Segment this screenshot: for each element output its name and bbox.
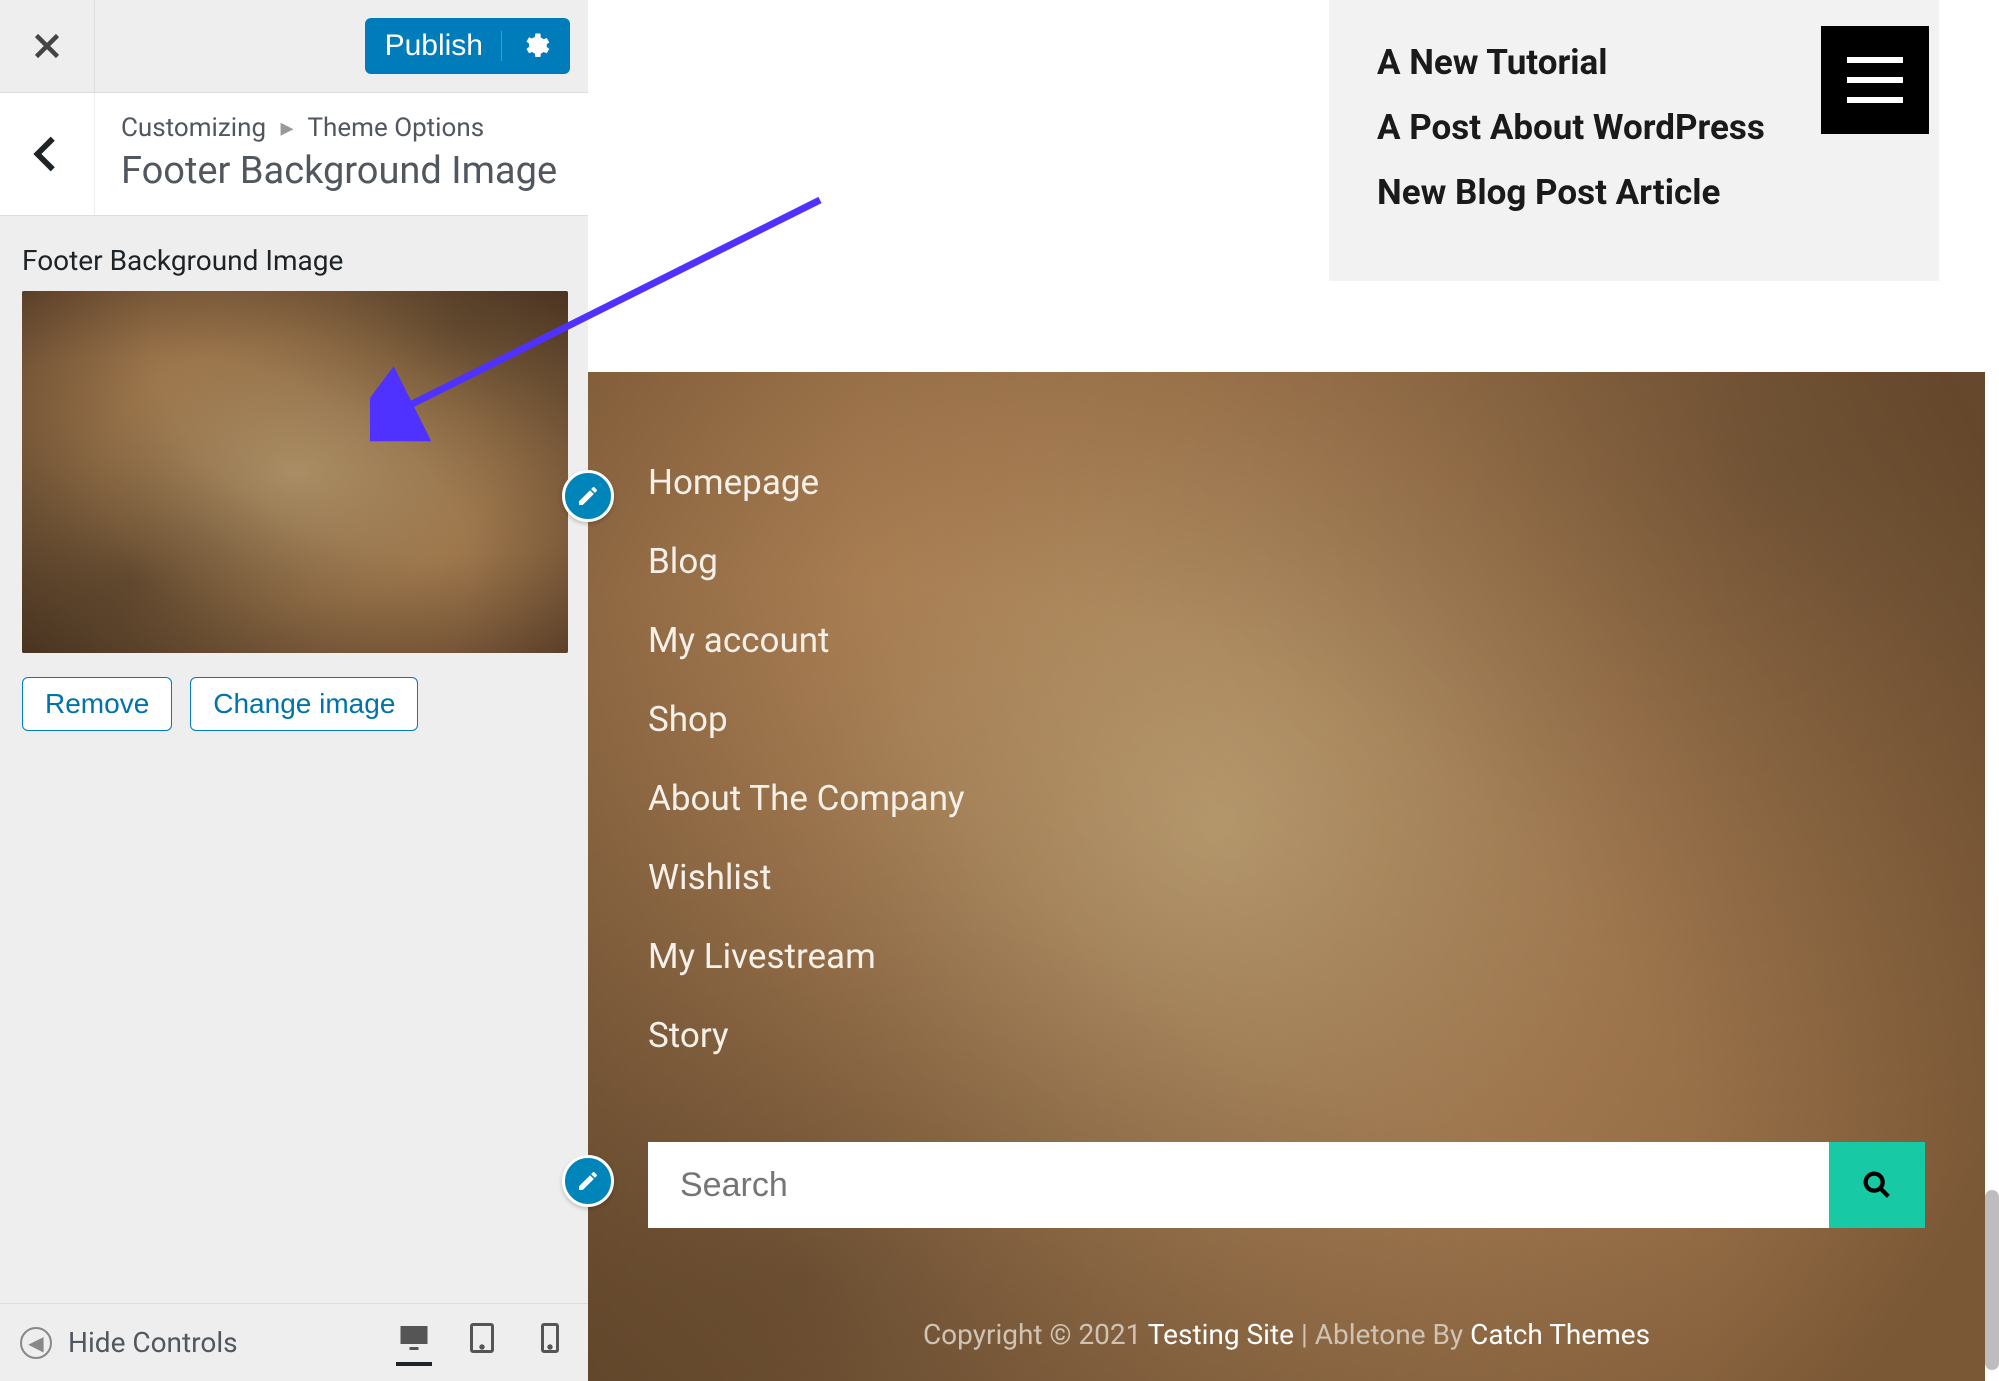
search-icon	[1860, 1168, 1894, 1202]
copyright-site[interactable]: Testing Site	[1148, 1318, 1294, 1351]
top-bar: Publish	[0, 0, 588, 93]
device-mobile-button[interactable]	[532, 1320, 568, 1366]
chevron-left-circle-icon: ◀	[20, 1327, 52, 1359]
control-label: Footer Background Image	[22, 244, 566, 277]
edit-shortcut-nav[interactable]	[562, 470, 614, 522]
change-image-button[interactable]: Change image	[190, 677, 418, 731]
copyright-prefix: Copyright © 2021	[923, 1318, 1148, 1351]
edit-shortcut-search[interactable]	[562, 1155, 614, 1207]
scrollbar-thumb[interactable]	[1985, 1190, 1999, 1370]
texture-image	[22, 291, 568, 653]
footer-nav-item[interactable]: Blog	[648, 541, 1925, 582]
hamburger-menu-button[interactable]	[1821, 26, 1929, 134]
footer-nav-item[interactable]: Homepage	[648, 462, 1925, 503]
copyright-mid: | Abletone By	[1294, 1318, 1470, 1351]
copyright: Copyright © 2021 Testing Site | Abletone…	[588, 1318, 1985, 1351]
section-header: Customizing ▸ Theme Options Footer Backg…	[0, 93, 588, 216]
recent-post-link[interactable]: A New Tutorial	[1377, 42, 1891, 83]
hamburger-icon	[1847, 57, 1903, 103]
device-toggles	[396, 1320, 568, 1366]
hide-controls-button[interactable]: ◀ Hide Controls	[20, 1326, 238, 1359]
breadcrumb: Customizing ▸ Theme Options	[121, 113, 557, 143]
sidebar-footer: ◀ Hide Controls	[0, 1303, 588, 1381]
pencil-icon	[576, 484, 600, 508]
gear-icon	[501, 31, 550, 61]
section-title: Footer Background Image	[121, 149, 557, 193]
close-icon	[29, 28, 65, 64]
search-form	[648, 1142, 1925, 1228]
controls-area: Footer Background Image Remove Change im…	[0, 216, 588, 759]
footer-nav-item[interactable]: Shop	[648, 699, 1925, 740]
footer-nav-item[interactable]: My account	[648, 620, 1925, 661]
image-preview[interactable]	[22, 291, 568, 653]
chevron-right-icon: ▸	[273, 113, 302, 143]
recent-post-link[interactable]: New Blog Post Article	[1377, 172, 1891, 213]
close-button[interactable]	[0, 0, 95, 92]
footer-nav-item[interactable]: About The Company	[648, 778, 1925, 819]
back-button[interactable]	[0, 93, 95, 215]
breadcrumb-root: Customizing	[121, 113, 266, 143]
remove-button[interactable]: Remove	[22, 677, 172, 731]
copyright-theme[interactable]: Catch Themes	[1470, 1318, 1650, 1351]
hide-controls-label: Hide Controls	[68, 1326, 238, 1359]
footer-nav-item[interactable]: Wishlist	[648, 857, 1925, 898]
search-button[interactable]	[1829, 1142, 1925, 1228]
recent-post-link[interactable]: A Post About WordPress	[1377, 107, 1891, 148]
device-desktop-button[interactable]	[396, 1320, 432, 1366]
publish-button[interactable]: Publish	[365, 18, 570, 74]
footer-nav-item[interactable]: Story	[648, 1015, 1925, 1056]
search-input[interactable]	[648, 1142, 1829, 1228]
footer-area: Homepage Blog My account Shop About The …	[588, 372, 1985, 1381]
chevron-left-icon	[24, 131, 70, 177]
footer-nav: Homepage Blog My account Shop About The …	[648, 462, 1925, 1056]
pencil-icon	[576, 1169, 600, 1193]
publish-label: Publish	[385, 29, 501, 63]
device-tablet-button[interactable]	[464, 1320, 500, 1366]
footer-nav-item[interactable]: My Livestream	[648, 936, 1925, 977]
breadcrumb-parent: Theme Options	[308, 113, 485, 143]
site-preview: A New Tutorial A Post About WordPress Ne…	[588, 0, 1999, 1381]
customizer-sidebar: Publish Customizing ▸ Theme Options Foot…	[0, 0, 588, 1381]
